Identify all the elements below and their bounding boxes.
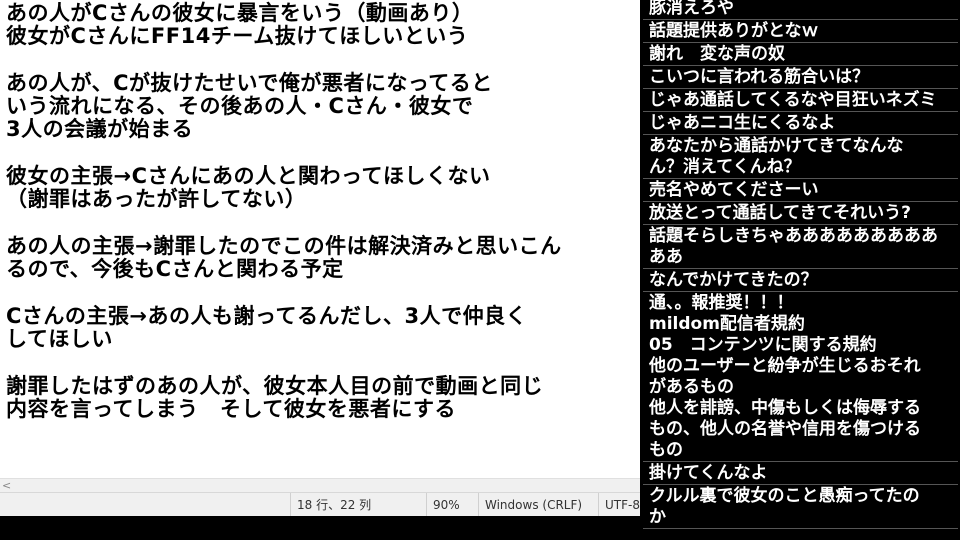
comment-item: こいつに言われる筋合いは？: [643, 67, 958, 89]
comment-item: 話題提供ありがとなｗ: [643, 21, 958, 43]
comment-item: 豚消えろや: [643, 0, 958, 20]
comment-item: じゃあ通話してくるなや目狂いネズミ: [643, 90, 958, 112]
editor-text-content[interactable]: あの人がCさんの彼女に暴言をいう（動画あり） 彼女がCさんにFF14チーム抜けてほ…: [6, 1, 640, 422]
editor-line: 彼女の主張→Cさんにあの人と関わってほしくない: [6, 164, 491, 189]
horizontal-scrollbar[interactable]: <: [0, 478, 640, 493]
scroll-left-arrow-icon[interactable]: <: [2, 479, 11, 493]
line-ending: Windows (CRLF): [478, 493, 597, 517]
comment-item: クルル裏で彼女のこと愚痴ってたの か: [643, 486, 958, 529]
editor-line: （謝罪はあったが許してない）: [6, 187, 307, 212]
comment-item: 通、。報推奨！！！ mildom配信者規約 05 コンテンツに関する規約 他のユ…: [643, 293, 958, 462]
bottom-bar: [0, 516, 640, 540]
encoding: UTF-8: [598, 493, 647, 517]
editor-line: あの人がCさんの彼女に暴言をいう（動画あり）: [6, 1, 474, 25]
comment-item: 話題そらしきちゃあああああああああ ああ: [643, 226, 958, 269]
editor-line: 3人の会議が始まる: [6, 117, 194, 142]
comment-item: なんでかけてきたの？: [643, 270, 958, 292]
editor-line: あの人の主張→謝罪したのでこの件は解決済みと思いこん: [6, 233, 562, 258]
editor-line: 謝罪したはずのあの人が、彼女本人目の前で動画と同じ: [6, 373, 544, 398]
comment-item: 放送とって通話してきてそれいう?: [643, 203, 958, 225]
editor-line: いう流れになる、その後あの人・Cさん・彼女で: [6, 94, 474, 119]
status-bar: 18 行、22 列 90% Windows (CRLF) UTF-8: [0, 492, 640, 517]
comment-item: あなたから通話かけてきてなんな ん？消えてくんね？: [643, 136, 958, 179]
editor-line: Cさんの主張→あの人も謝ってるんだし、3人で仲良く: [6, 303, 528, 328]
comment-item: じゃあニコ生にくるなよ: [643, 113, 958, 135]
zoom-level: 90%: [426, 493, 477, 517]
editor-line: るので、今後もCさんと関わる予定: [6, 257, 344, 282]
comment-panel: 豚消えろや 話題提供ありがとなｗ 謝れ 変な声の奴 こいつに言われる筋合いは？ じゃあ通…: [641, 0, 960, 540]
text-editor[interactable]: あの人がCさんの彼女に暴言をいう（動画あり） 彼女がCさんにFF14チーム抜けてほ…: [0, 0, 640, 478]
comment-item: 売名やめてくださーい: [643, 180, 958, 202]
editor-line: 彼女がCさんにFF14チーム抜けてほしいという: [6, 24, 469, 49]
editor-line: してほしい: [6, 327, 113, 352]
comment-item: 謝れ 変な声の奴: [643, 44, 958, 66]
editor-line: 内容を言ってしまう そして彼女を悪者にする: [6, 397, 457, 422]
editor-line: あの人が、Cが抜けたせいで俺が悪者になってると: [6, 70, 493, 95]
comment-item: 掛けてくんなよ: [643, 463, 958, 485]
cursor-position: 18 行、22 列: [290, 493, 417, 517]
